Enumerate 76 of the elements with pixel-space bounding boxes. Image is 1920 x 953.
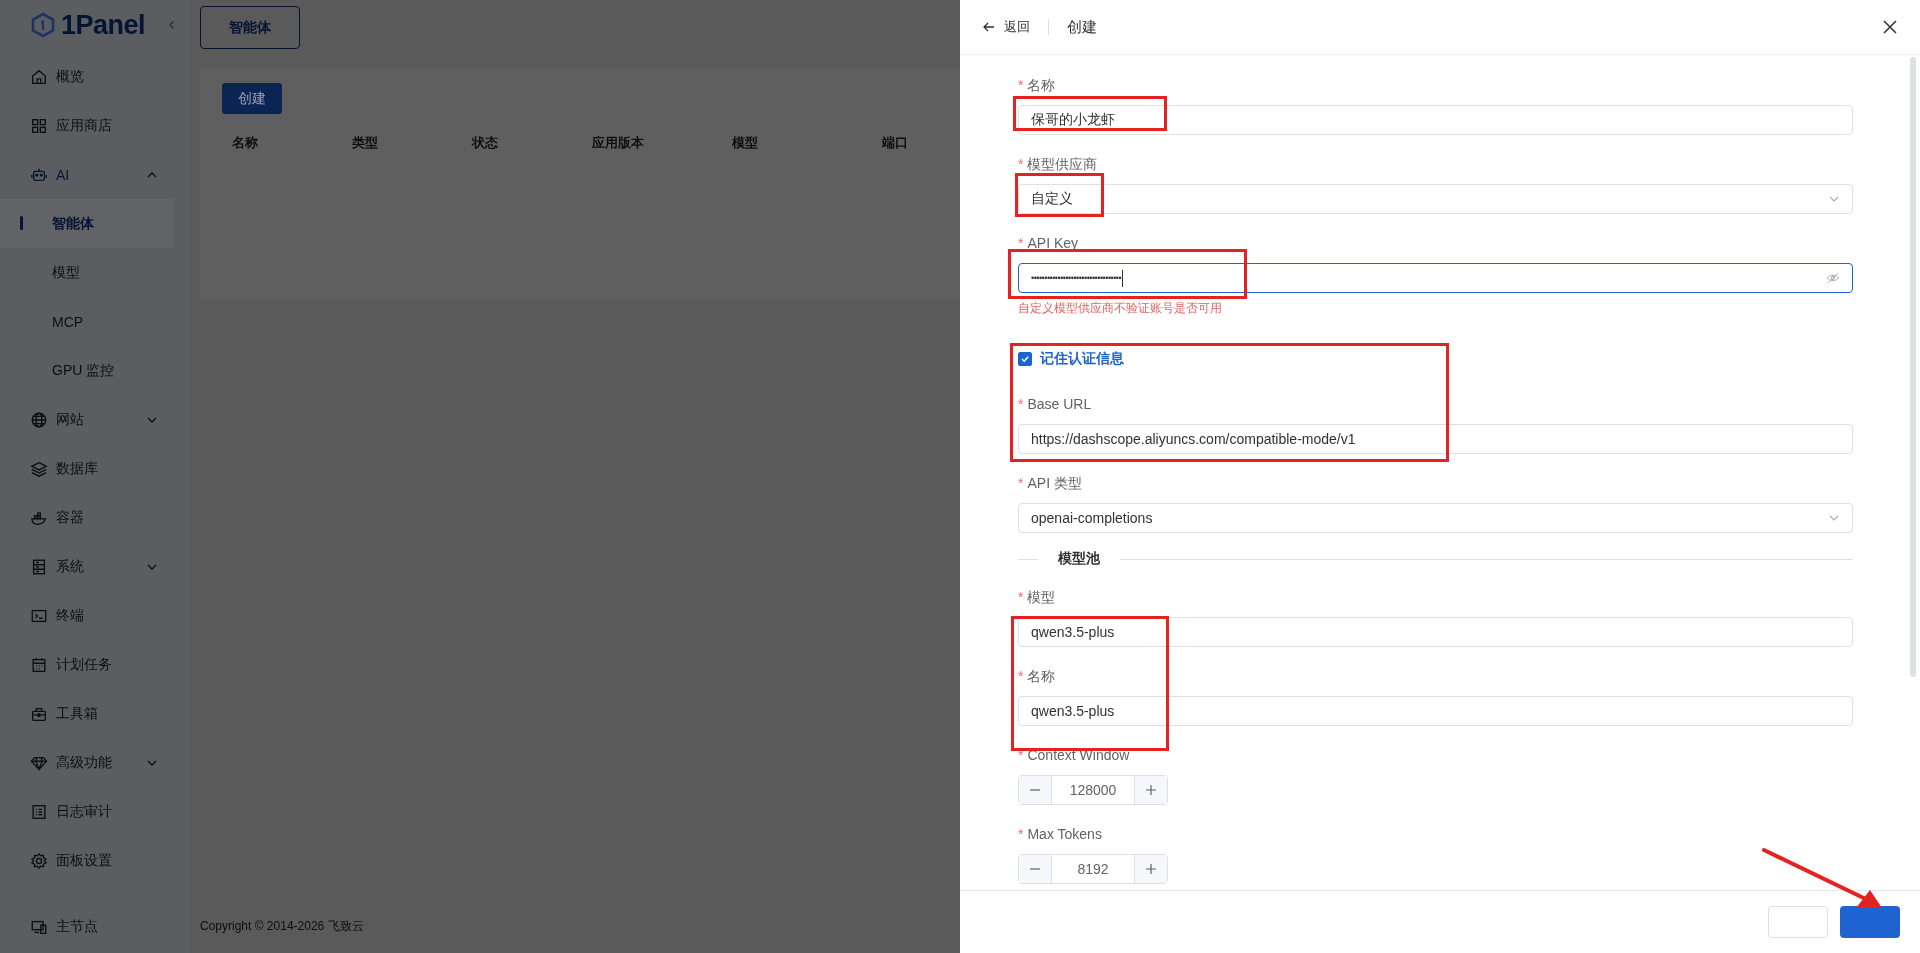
menu-item[interactable]: 应用商店 — [0, 101, 190, 150]
back-button[interactable]: 返回 — [982, 18, 1030, 36]
server-icon — [30, 557, 48, 576]
grid-icon — [30, 116, 48, 135]
field-label: Base URL — [1027, 396, 1092, 412]
select-field[interactable]: openai-completions — [1018, 503, 1853, 533]
submenu-item[interactable]: MCP — [0, 297, 174, 346]
menu-item[interactable]: 日志审计 — [0, 787, 190, 836]
checkbox[interactable] — [1018, 352, 1032, 366]
secondary-button[interactable] — [1768, 906, 1828, 938]
required-mark: * — [1018, 475, 1024, 491]
menu-item[interactable]: 终端 — [0, 591, 190, 640]
required-mark: * — [1018, 826, 1024, 842]
column-header: 端口 — [882, 134, 908, 152]
copyright-text: Copyright © 2014-2026 飞致云 — [200, 918, 364, 935]
arrow-left-icon — [982, 20, 996, 34]
column-header: 应用版本 — [592, 134, 645, 152]
menu-item[interactable]: 概览 — [0, 52, 190, 101]
required-mark: * — [1018, 396, 1024, 412]
layers-icon — [30, 459, 48, 478]
required-mark: * — [1018, 589, 1024, 605]
submenu-item[interactable]: GPU 监控 — [0, 346, 174, 395]
field-label: 名称 — [1027, 668, 1056, 684]
password-field[interactable]: •••••••••••••••••••••••••••••••••• — [1018, 263, 1853, 293]
column-header: 模型 — [732, 134, 759, 152]
select-field[interactable]: 自定义 — [1018, 184, 1853, 214]
list-icon — [30, 802, 48, 821]
submenu-item[interactable]: 智能体 — [0, 199, 174, 248]
menu-item[interactable]: 系统 — [0, 542, 190, 591]
hint-text: 自定义模型供应商不验证账号是否可用 — [1018, 301, 1223, 315]
menu-item[interactable]: 主节点 — [0, 902, 190, 951]
field-label: 模型供应商 — [1027, 156, 1098, 172]
logo-icon — [31, 12, 55, 38]
menu-item[interactable]: 面板设置 — [0, 836, 190, 885]
input-field[interactable]: qwen3.5-plus — [1018, 617, 1853, 647]
menu-item[interactable]: 计划任务 — [0, 640, 190, 689]
input-field[interactable]: qwen3.5-plus — [1018, 696, 1853, 726]
checkbox-label[interactable]: 记住认证信息 — [1040, 350, 1124, 368]
plus-icon[interactable] — [1145, 784, 1157, 796]
menu-item[interactable]: 工具箱 — [0, 689, 190, 738]
field-label: Max Tokens — [1027, 826, 1102, 842]
section-title: 模型池 — [1057, 550, 1101, 568]
menu-item[interactable]: 高级功能 — [0, 738, 190, 787]
required-mark: * — [1018, 77, 1024, 93]
drawer-title: 创建 — [1067, 17, 1097, 37]
field-label: API 类型 — [1027, 475, 1082, 491]
check-icon — [1020, 354, 1030, 364]
calendar-icon — [30, 655, 48, 674]
number-field[interactable]: 128000 — [1018, 775, 1168, 805]
submenu-item[interactable]: 模型 — [0, 248, 174, 297]
primary-button[interactable] — [1840, 906, 1900, 938]
required-mark: * — [1018, 235, 1024, 251]
scrollbar[interactable] — [1910, 57, 1916, 677]
number-field[interactable]: 8192 — [1018, 854, 1168, 884]
required-mark: * — [1018, 668, 1024, 684]
logo-text: 1Panel — [61, 9, 146, 41]
column-header: 名称 — [232, 134, 259, 152]
tab[interactable]: 智能体 — [200, 6, 300, 49]
menu-item[interactable]: 网站 — [0, 395, 190, 444]
required-mark: * — [1018, 156, 1024, 172]
input-field[interactable]: https://dashscope.aliyuncs.com/compatible-mode/v1 — [1018, 424, 1853, 454]
input-field[interactable]: 保哥的小龙虾 — [1018, 105, 1853, 135]
menu-item[interactable]: AI — [0, 150, 190, 199]
field-label: 名称 — [1027, 77, 1056, 93]
plus-icon[interactable] — [1145, 863, 1157, 875]
close-icon[interactable] — [1882, 19, 1898, 35]
eye-off-icon[interactable] — [1826, 271, 1840, 285]
column-header: 类型 — [352, 134, 379, 152]
globe-icon — [30, 410, 48, 429]
menu-item[interactable]: 容器 — [0, 493, 190, 542]
menu-item[interactable]: 数据库 — [0, 444, 190, 493]
create-button[interactable]: 创建 — [222, 83, 282, 114]
column-header: 状态 — [472, 134, 499, 152]
home-icon — [30, 67, 48, 86]
gear-icon — [30, 851, 48, 870]
field-label: 模型 — [1027, 589, 1056, 605]
